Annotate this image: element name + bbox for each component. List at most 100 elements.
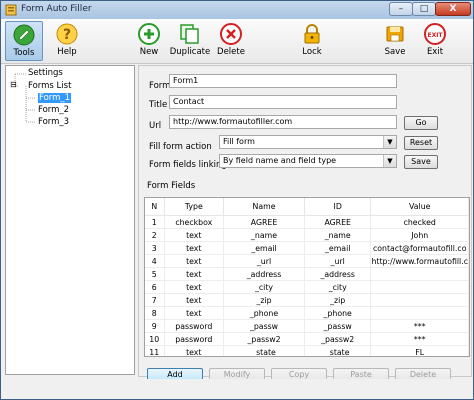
table-cell[interactable] <box>370 293 469 307</box>
title-bar[interactable]: Form Auto Filler – □ X <box>1 1 473 20</box>
table-cell[interactable] <box>370 267 469 281</box>
close-button[interactable]: X <box>435 2 471 16</box>
new-button[interactable]: New <box>133 21 165 61</box>
table-cell[interactable]: text <box>164 228 225 242</box>
table-cell[interactable]: _city <box>223 280 305 294</box>
delete-button[interactable]: Delete <box>215 21 247 61</box>
table-row[interactable]: 2 text _name _name John <box>145 228 469 242</box>
lock-button[interactable]: Lock <box>295 21 329 61</box>
table-cell[interactable]: http://www.formautofill.c <box>370 254 469 268</box>
table-cell[interactable]: text <box>164 293 225 307</box>
table-cell[interactable]: *** <box>370 332 469 346</box>
table-cell[interactable]: _address <box>223 267 305 281</box>
table-cell[interactable]: 4 <box>145 254 165 268</box>
table-cell[interactable]: _url <box>223 254 305 268</box>
fill-action-select[interactable]: Fill form ▼ <box>219 135 397 149</box>
title-input[interactable]: Contact <box>169 95 397 109</box>
maximize-button[interactable]: □ <box>412 2 436 16</box>
column-header[interactable]: N <box>145 198 165 216</box>
table-cell[interactable]: 2 <box>145 228 165 242</box>
tree-item-form-1[interactable]: Form_1 <box>38 93 72 103</box>
save-linking-button[interactable]: Save <box>404 155 438 169</box>
duplicate-button[interactable]: Duplicate <box>169 21 211 61</box>
form-name-input[interactable]: Form1 <box>169 74 397 88</box>
tree-item-forms-list[interactable]: Forms List <box>28 81 71 91</box>
table-cell[interactable]: _phone <box>304 306 372 320</box>
table-cell[interactable]: _passw <box>223 319 305 333</box>
table-cell[interactable]: AGREE <box>223 215 305 229</box>
url-input[interactable]: http://www.formautofiller.com <box>169 115 397 129</box>
table-cell[interactable]: _name <box>304 228 372 242</box>
column-header[interactable]: Value <box>370 198 469 216</box>
table-cell[interactable]: *** <box>370 319 469 333</box>
go-button[interactable]: Go <box>404 116 438 130</box>
table-row[interactable]: 5 text _address _address <box>145 267 469 281</box>
table-cell[interactable]: 10 <box>145 332 165 346</box>
tree-item-settings[interactable]: Settings <box>28 68 63 78</box>
table-cell[interactable]: text <box>164 306 225 320</box>
table-cell[interactable]: _phone <box>223 306 305 320</box>
table-row[interactable]: 1 checkbox AGREE AGREE checked <box>145 215 469 229</box>
tree-expander-icon[interactable]: ⊟ <box>10 80 17 90</box>
column-header[interactable]: Type <box>164 198 225 216</box>
table-cell[interactable]: contact@formautofill.co <box>370 241 469 255</box>
table-cell[interactable]: password <box>164 319 225 333</box>
table-cell[interactable]: 1 <box>145 215 165 229</box>
table-cell[interactable]: _email <box>223 241 305 255</box>
table-row[interactable]: 7 text _zip _zip <box>145 293 469 307</box>
table-cell[interactable]: text <box>164 345 225 356</box>
fields-linking-select[interactable]: By field name and field type ▼ <box>219 154 397 168</box>
table-row[interactable]: 8 text _phone _phone <box>145 306 469 320</box>
table-cell[interactable]: checkbox <box>164 215 225 229</box>
table-cell[interactable] <box>370 306 469 320</box>
fields-linking-value: By field name and field type <box>223 156 337 165</box>
table-row[interactable]: 9 password _passw _passw *** <box>145 319 469 333</box>
table-cell[interactable]: John <box>370 228 469 242</box>
table-cell[interactable]: 8 <box>145 306 165 320</box>
column-header[interactable]: Name <box>223 198 305 216</box>
table-cell[interactable]: _address <box>304 267 372 281</box>
tree-item-form-2[interactable]: Form_2 <box>38 105 69 115</box>
table-row[interactable]: 11 text _state _state FL <box>145 345 469 356</box>
table-cell[interactable]: _state <box>223 345 305 356</box>
help-button[interactable]: ? Help <box>49 21 85 61</box>
table-cell[interactable]: _email <box>304 241 372 255</box>
tools-button[interactable]: Tools <box>5 21 43 61</box>
tree-item-form-3[interactable]: Form_3 <box>38 117 69 127</box>
table-cell[interactable]: text <box>164 280 225 294</box>
table-cell[interactable]: 9 <box>145 319 165 333</box>
table-cell[interactable]: AGREE <box>304 215 372 229</box>
table-row[interactable]: 6 text _city _city <box>145 280 469 294</box>
table-cell[interactable]: _state <box>304 345 372 356</box>
table-cell[interactable]: _passw <box>304 319 372 333</box>
table-cell[interactable]: _name <box>223 228 305 242</box>
table-cell[interactable]: _city <box>304 280 372 294</box>
table-cell[interactable]: 3 <box>145 241 165 255</box>
exit-button[interactable]: EXIT Exit <box>419 21 451 61</box>
table-cell[interactable]: 7 <box>145 293 165 307</box>
column-header[interactable]: ID <box>304 198 372 216</box>
table-cell[interactable]: _passw2 <box>304 332 372 346</box>
table-cell[interactable]: 5 <box>145 267 165 281</box>
table-cell[interactable]: _url <box>304 254 372 268</box>
minimize-button[interactable]: – <box>389 2 413 16</box>
reset-button[interactable]: Reset <box>404 136 438 150</box>
table-cell[interactable]: _zip <box>304 293 372 307</box>
table-cell[interactable]: checked <box>370 215 469 229</box>
table-row[interactable]: 10 password _passw2 _passw2 *** <box>145 332 469 346</box>
table-row[interactable]: 4 text _url _url http://www.formautofill.c <box>145 254 469 268</box>
table-cell[interactable]: FL <box>370 345 469 356</box>
table-cell[interactable]: 6 <box>145 280 165 294</box>
table-cell[interactable]: 11 <box>145 345 165 356</box>
table-row[interactable]: 3 text _email _email contact@formautofill.co <box>145 241 469 255</box>
table-cell[interactable]: _zip <box>223 293 305 307</box>
table-cell[interactable] <box>370 280 469 294</box>
save-button[interactable]: Save <box>379 21 411 61</box>
table-cell[interactable]: text <box>164 241 225 255</box>
table-cell[interactable]: password <box>164 332 225 346</box>
form-fields-table[interactable]: N Type Name ID Value 1 checkbox AGREE AGREE… <box>144 197 470 357</box>
forms-tree[interactable]: Settings ⊟ Forms List Form_1 Form_2 Form… <box>5 65 135 375</box>
table-cell[interactable]: text <box>164 254 225 268</box>
table-cell[interactable]: text <box>164 267 225 281</box>
table-cell[interactable]: _passw2 <box>223 332 305 346</box>
